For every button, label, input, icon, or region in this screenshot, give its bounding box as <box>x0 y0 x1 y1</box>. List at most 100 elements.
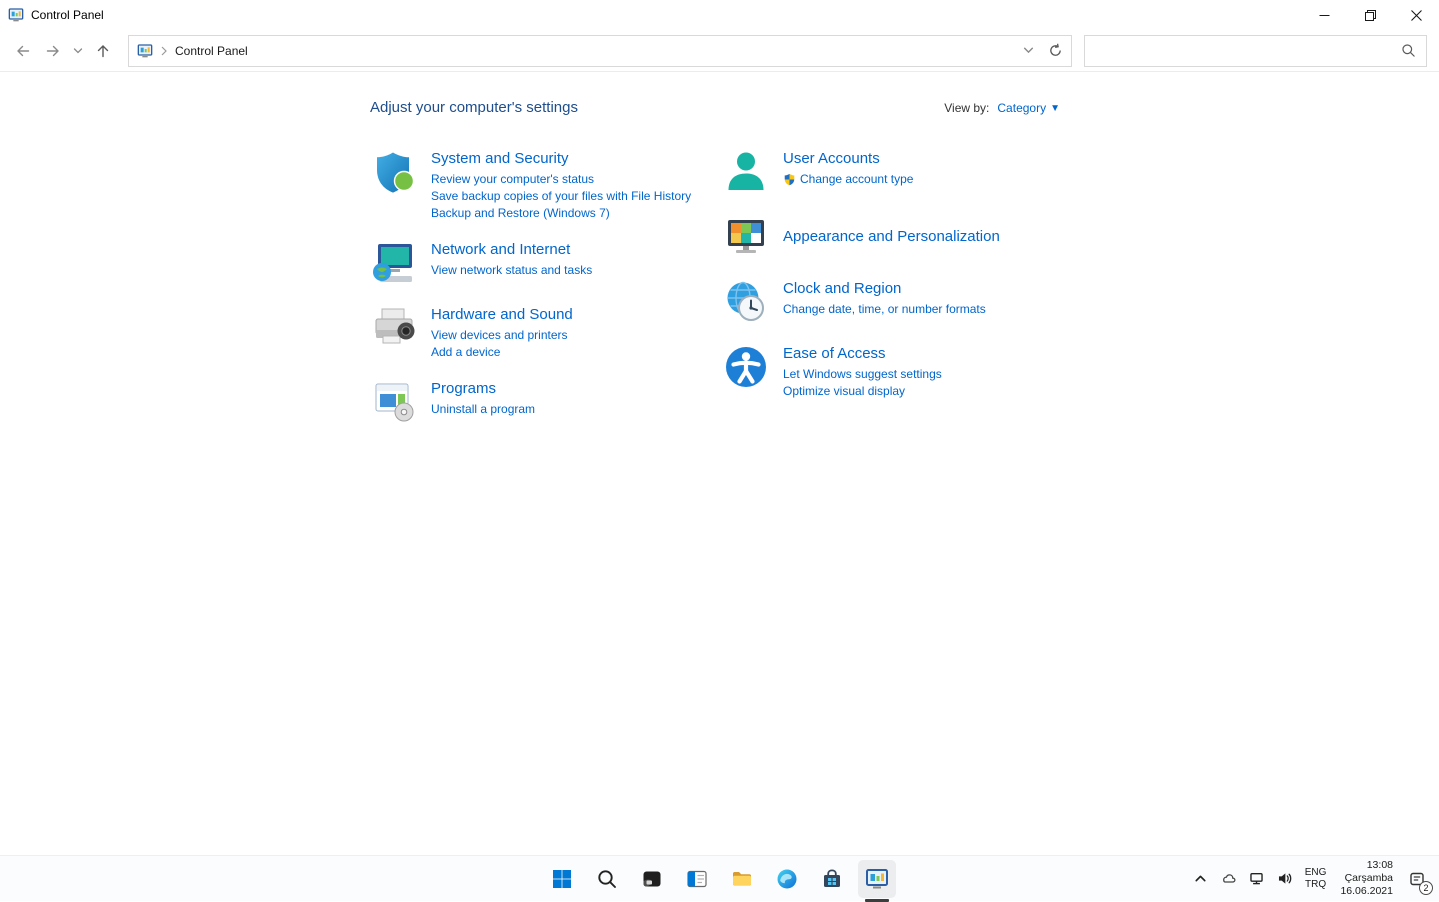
caption-buttons <box>1301 0 1439 30</box>
windows-start-icon <box>553 869 571 888</box>
titlebar-left: Control Panel <box>0 7 104 23</box>
forward-button[interactable] <box>38 36 68 66</box>
task-link-optimize-display[interactable]: Optimize visual display <box>783 383 942 400</box>
store-icon <box>824 868 840 887</box>
task-view-icon <box>643 871 661 886</box>
file-explorer-icon <box>733 871 751 886</box>
category-title-appearance-and-personalization[interactable]: Appearance and Personalization <box>783 228 1000 245</box>
network-button[interactable] <box>1243 860 1270 898</box>
search-box <box>1084 34 1427 67</box>
chevron-down-icon <box>73 47 83 53</box>
onedrive-cloud-icon <box>1222 874 1236 883</box>
task-view-button[interactable] <box>633 860 671 898</box>
category-network-and-internet: Network and Internet View network status… <box>370 239 722 287</box>
language-indicator[interactable]: ENG TRQ <box>1299 867 1333 891</box>
task-link-review-status[interactable]: Review your computer's status <box>431 171 691 188</box>
window-title: Control Panel <box>31 8 104 22</box>
clock-region-icon[interactable] <box>722 278 770 326</box>
widgets-button[interactable] <box>678 860 716 898</box>
category-appearance-and-personalization: Appearance and Personalization <box>722 213 1060 261</box>
maximize-button[interactable] <box>1347 0 1393 30</box>
forward-arrow-icon <box>46 45 59 56</box>
network-internet-icon[interactable] <box>370 239 418 287</box>
heading-row: Adjust your computer's settings View by:… <box>370 99 1060 116</box>
category-title-clock-and-region[interactable]: Clock and Region <box>783 280 986 297</box>
tray-overflow-button[interactable] <box>1187 860 1214 898</box>
address-bar[interactable]: Control Panel <box>128 34 1072 67</box>
task-link-backup-restore[interactable]: Backup and Restore (Windows 7) <box>431 205 691 222</box>
task-link-change-date-time[interactable]: Change date, time, or number formats <box>783 301 986 318</box>
active-app-indicator <box>865 899 889 902</box>
file-explorer-button[interactable] <box>723 860 761 898</box>
navigation-bar: Control Panel <box>0 30 1439 72</box>
titlebar: Control Panel <box>0 0 1439 30</box>
volume-button[interactable] <box>1271 860 1298 898</box>
control-panel-crumb-icon <box>137 43 153 57</box>
view-by-dropdown[interactable]: Category ▼ <box>997 101 1060 115</box>
search-icon[interactable] <box>1401 43 1416 58</box>
category-title-user-accounts[interactable]: User Accounts <box>783 150 913 167</box>
category-clock-and-region: Clock and Region Change date, time, or n… <box>722 278 1060 326</box>
edge-icon <box>777 869 797 888</box>
task-link-file-history[interactable]: Save backup copies of your files with Fi… <box>431 188 691 205</box>
tray-time: 13:08 <box>1366 859 1393 871</box>
view-by-control: View by: Category ▼ <box>944 101 1060 115</box>
tray-day: Çarşamba <box>1344 872 1393 884</box>
language-line1: ENG <box>1304 866 1327 878</box>
category-title-programs[interactable]: Programs <box>431 380 535 397</box>
left-column: System and Security Review your computer… <box>370 148 722 443</box>
category-title-ease-of-access[interactable]: Ease of Access <box>783 345 942 362</box>
search-button[interactable] <box>588 860 626 898</box>
category-title-hardware-and-sound[interactable]: Hardware and Sound <box>431 306 573 323</box>
task-link-suggest-settings[interactable]: Let Windows suggest settings <box>783 366 942 383</box>
task-link-add-device[interactable]: Add a device <box>431 344 573 361</box>
programs-icon[interactable] <box>370 378 418 426</box>
close-icon <box>1410 9 1422 21</box>
back-button[interactable] <box>8 36 38 66</box>
onedrive-button[interactable] <box>1215 860 1242 898</box>
edge-button[interactable] <box>768 860 806 898</box>
hardware-sound-printer-icon[interactable] <box>370 304 418 352</box>
clock-date-indicator[interactable]: 13:08 Çarşamba 16.06.2021 <box>1333 859 1400 898</box>
system-security-shield-icon[interactable] <box>370 148 418 196</box>
notification-center-button[interactable]: 2 <box>1401 860 1433 898</box>
address-bar-right <box>1023 43 1063 58</box>
category-title-system-and-security[interactable]: System and Security <box>431 150 691 167</box>
start-button[interactable] <box>543 860 581 898</box>
restore-icon <box>1364 9 1376 21</box>
control-panel-icon <box>866 868 888 888</box>
search-input[interactable] <box>1095 43 1401 58</box>
breadcrumb-control-panel[interactable]: Control Panel <box>175 44 248 58</box>
breadcrumb-chevron-icon <box>161 46 167 55</box>
system-tray: ENG TRQ 13:08 Çarşamba 16.06.2021 2 <box>1187 856 1433 901</box>
task-link-change-account-type[interactable]: Change account type <box>783 171 913 188</box>
language-line2: TRQ <box>1305 878 1327 890</box>
notification-badge: 2 <box>1419 880 1433 895</box>
close-button[interactable] <box>1393 0 1439 30</box>
category-ease-of-access: Ease of Access Let Windows suggest setti… <box>722 343 1060 400</box>
tray-date: 16.06.2021 <box>1340 885 1393 897</box>
refresh-icon[interactable] <box>1048 43 1063 58</box>
address-dropdown-chevron-icon[interactable] <box>1023 45 1034 56</box>
minimize-icon <box>1319 14 1329 16</box>
chevron-down-icon: ▼ <box>1050 102 1060 114</box>
task-link-uninstall-program[interactable]: Uninstall a program <box>431 401 535 418</box>
right-column: User Accounts Change account type Appear… <box>722 148 1060 443</box>
minimize-button[interactable] <box>1301 0 1347 30</box>
category-programs: Programs Uninstall a program <box>370 378 722 426</box>
user-accounts-icon[interactable] <box>722 148 770 196</box>
up-button[interactable] <box>88 36 118 66</box>
category-title-network-and-internet[interactable]: Network and Internet <box>431 241 592 258</box>
uac-shield-icon <box>784 173 795 186</box>
control-panel-window: Control Panel Control Panel Adjust your … <box>0 0 1439 902</box>
recent-pages-dropdown[interactable] <box>68 36 88 66</box>
store-button[interactable] <box>813 860 851 898</box>
appearance-personalization-icon[interactable] <box>722 213 770 261</box>
task-link-network-status[interactable]: View network status and tasks <box>431 262 592 279</box>
ease-of-access-icon[interactable] <box>722 343 770 391</box>
widgets-icon <box>687 870 707 887</box>
page-title: Adjust your computer's settings <box>370 99 578 116</box>
chevron-up-icon <box>1195 875 1206 882</box>
control-panel-taskbar-button[interactable] <box>858 859 896 902</box>
task-link-devices-printers[interactable]: View devices and printers <box>431 327 573 344</box>
